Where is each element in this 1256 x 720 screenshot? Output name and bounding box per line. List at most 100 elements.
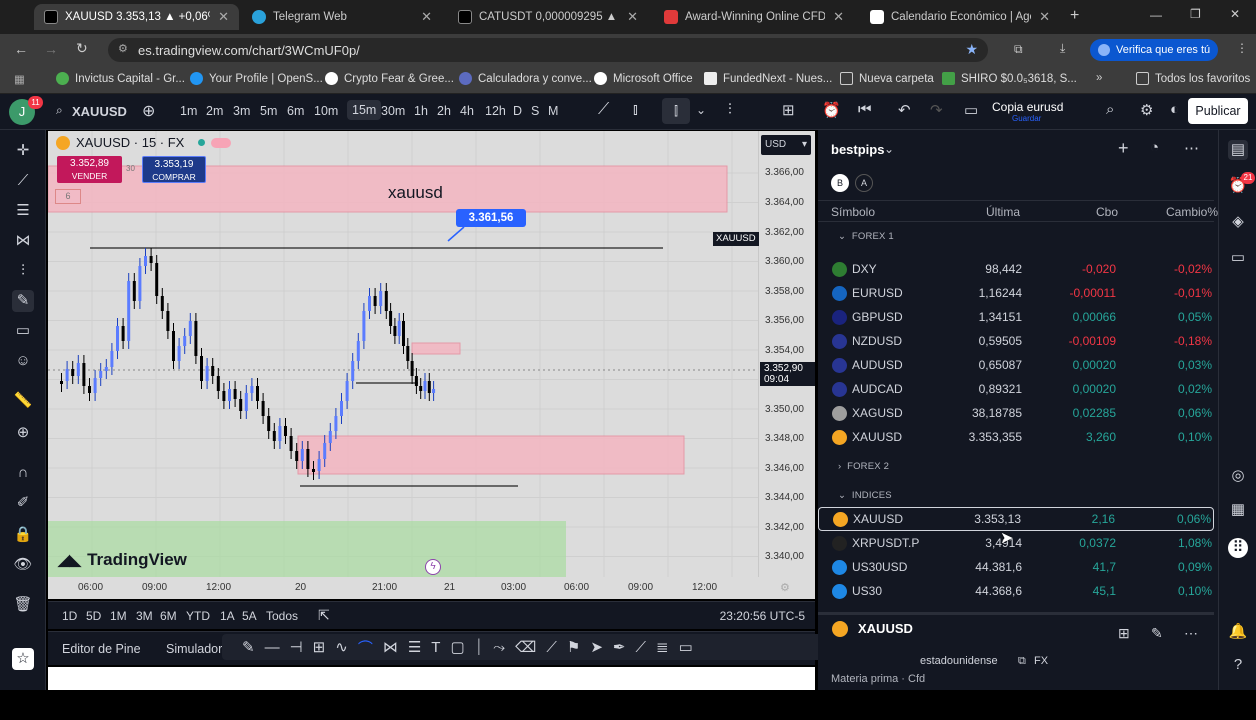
column-symbol[interactable]: Símbolo xyxy=(831,205,875,219)
maximize-icon[interactable]: ❐ xyxy=(1190,7,1201,21)
watchlist-row[interactable]: XRPUSDT.P 3,4914 0,0372 1,08% xyxy=(818,531,1214,555)
timeframe-10m[interactable]: 10m xyxy=(314,104,338,118)
column-last[interactable]: Última xyxy=(986,205,1020,219)
brush-icon[interactable]: ✎ xyxy=(12,290,34,312)
compare-add-icon[interactable]: ⊕ xyxy=(142,101,155,121)
quick-search-icon[interactable]: ⌕ xyxy=(1106,101,1114,118)
browser-tab-catusdt[interactable]: CATUSDT 0,000009295 ▲ +1,0 ✕ xyxy=(448,4,648,30)
watchlist-row[interactable]: NZDUSD 0,59505 -0,00109 -0,18% xyxy=(818,329,1214,353)
group-forex2[interactable]: › FOREX 2 xyxy=(838,461,889,472)
forward-icon[interactable]: → xyxy=(44,41,58,57)
minimize-icon[interactable]: — xyxy=(1150,8,1162,22)
ray-icon[interactable]: ⟋ xyxy=(546,639,557,656)
price-axis[interactable]: USD ▾ 3.366,00 3.364,00 3.362,00 3.360,00 3.3… xyxy=(758,131,815,599)
chat-icon[interactable]: ▭ xyxy=(1228,248,1248,268)
date-range-icon[interactable]: ⇱ xyxy=(318,607,330,624)
lock-icon[interactable]: 🔒 xyxy=(12,524,34,546)
back-icon[interactable]: ← xyxy=(14,41,28,57)
watchlist-name[interactable]: bestpips xyxy=(831,142,884,157)
close-icon[interactable]: ✕ xyxy=(833,9,844,25)
bookmark-item[interactable]: FundedNext - Nues... xyxy=(704,72,832,85)
browser-tab-xauusd[interactable]: XAUUSD 3.353,13 ▲ +0,06% Co ✕ xyxy=(34,4,239,30)
site-info-icon[interactable]: ⚙ xyxy=(118,42,128,55)
bookmark-item[interactable]: Crypto Fear & Gree... xyxy=(325,72,454,85)
range-button-1m[interactable]: 1M xyxy=(110,609,127,623)
utc-clock[interactable]: 23:20:56 UTC-5 xyxy=(720,609,805,623)
watchlist-row[interactable]: XAGUSD 38,18785 0,02285 0,06% xyxy=(818,401,1214,425)
close-window-icon[interactable]: ✕ xyxy=(1230,7,1240,21)
eraser-icon[interactable]: ⌫ xyxy=(515,638,536,656)
timeframe-12h[interactable]: 12h xyxy=(485,104,506,118)
watchlist-row[interactable]: US30USD 44.381,6 41,7 0,09% xyxy=(818,555,1214,579)
advanced-view-icon[interactable]: ◔ xyxy=(1150,139,1159,156)
timeframe-6m[interactable]: 6m xyxy=(287,104,304,118)
timeframe-2m[interactable]: 2m xyxy=(206,104,223,118)
buy-button[interactable]: 3.353,19 COMPRAR xyxy=(142,156,206,183)
watchlist-row[interactable]: DXY 98,442 -0,020 -0,02% xyxy=(818,257,1214,281)
edit-icon[interactable]: ✎ xyxy=(1151,625,1163,642)
range-button-5d[interactable]: 5D xyxy=(86,609,101,623)
layouts-icon[interactable]: ⊞ xyxy=(782,101,795,119)
rectangle-icon[interactable]: ▢ xyxy=(450,638,464,656)
new-tab-button[interactable]: + xyxy=(1070,7,1079,25)
replay-icon[interactable]: ⏮ xyxy=(858,101,872,118)
pattern-icon[interactable]: ⋈ xyxy=(12,230,34,252)
bookmark-item[interactable]: Microsoft Office xyxy=(594,72,693,85)
chart-pane[interactable]: XAUUSD · 15 · FX 3.352,89 VENDER 30 3.35… xyxy=(48,131,758,599)
arrow-icon[interactable]: ➤ xyxy=(590,638,603,656)
range-button-1a[interactable]: 1A xyxy=(220,609,235,623)
redo-icon[interactable]: ↷ xyxy=(930,101,943,119)
download-icon[interactable]: ⤓ xyxy=(1060,41,1065,56)
lock-drawing-icon[interactable]: ✐ xyxy=(12,492,34,514)
close-icon[interactable]: ✕ xyxy=(218,9,229,25)
pattern-icon[interactable]: ⋈ xyxy=(383,638,398,656)
curve-icon[interactable]: ⌒ xyxy=(358,637,373,658)
url-input[interactable]: ⚙ es.tradingview.com/chart/3WCmUF0p/ ★ xyxy=(108,38,988,62)
note-icon[interactable]: ▭ xyxy=(679,638,693,656)
bookmark-item[interactable]: Calculadora y conve... xyxy=(459,72,592,85)
tab-pine-editor[interactable]: Editor de Pine xyxy=(62,642,141,656)
timeframe-1m[interactable]: 1m xyxy=(180,104,197,118)
range-button-todos[interactable]: Todos xyxy=(266,609,298,623)
more-options-icon[interactable]: ⋯ xyxy=(1184,139,1199,157)
column-change[interactable]: Cbo xyxy=(1096,205,1118,219)
close-icon[interactable]: ✕ xyxy=(1039,9,1050,25)
lines-icon[interactable]: ≣ xyxy=(656,638,669,656)
reload-icon[interactable]: ↻ xyxy=(76,40,88,57)
text-note-icon[interactable]: ▭ xyxy=(12,320,34,342)
bookmark-star-icon[interactable]: ★ xyxy=(965,41,978,58)
snapshot-icon[interactable]: ◐ xyxy=(1170,101,1179,118)
more-bookmarks-icon[interactable]: » xyxy=(1096,72,1102,84)
candles-icon[interactable]: ⫿ xyxy=(662,98,690,124)
horizontal-line-icon[interactable]: ⊣ xyxy=(290,638,303,656)
timeframe-D[interactable]: D xyxy=(513,104,522,118)
ruler-icon[interactable]: 📏 xyxy=(12,390,34,412)
favorites-star-icon[interactable]: ☆ xyxy=(12,648,34,670)
target-icon[interactable]: ◎ xyxy=(1228,466,1248,486)
browser-tab-calendar[interactable]: Calendario Económico | Agend ✕ xyxy=(860,4,1060,30)
grid-icon[interactable]: ⊞ xyxy=(1118,625,1130,642)
timeframe-30m[interactable]: 30m xyxy=(381,104,405,118)
range-button-6m[interactable]: 6M xyxy=(160,609,177,623)
emoji-icon[interactable]: ☺ xyxy=(12,350,34,372)
browser-tab-cfd[interactable]: Award-Winning Online CFD Br ✕ xyxy=(654,4,854,30)
price-alert-label[interactable]: 3.361,56 xyxy=(456,209,526,227)
time-axis[interactable]: 06:00 09:00 12:00 20 21:00 21 03:00 06:00 09:00 1… xyxy=(48,577,815,599)
text-icon[interactable]: T xyxy=(431,639,440,656)
watchlist-row[interactable]: EURUSD 1,16244 -0,00011 -0,01% xyxy=(818,281,1214,305)
watchlist-row[interactable]: GBPUSD 1,34151 0,00066 0,05% xyxy=(818,305,1214,329)
fib-icon[interactable]: ☰ xyxy=(408,638,421,656)
bar-style-icon[interactable]: ⟋ xyxy=(598,101,609,119)
all-bookmarks-folder[interactable]: Todos los favoritos xyxy=(1136,72,1250,85)
chevron-down-icon[interactable]: ⌄ xyxy=(884,142,894,156)
tab-simulator[interactable]: Simulador xyxy=(166,642,222,656)
menu-dots-icon[interactable]: ⋮ xyxy=(1236,41,1248,55)
flag-icon[interactable]: ⚑ xyxy=(567,638,580,656)
external-link-icon[interactable]: ⧉ xyxy=(1018,655,1026,668)
publish-button[interactable]: Publicar xyxy=(1188,98,1248,124)
eye-icon[interactable]: 👁 xyxy=(12,554,34,576)
browser-tab-telegram[interactable]: Telegram Web ✕ xyxy=(242,4,442,30)
crosshair-icon[interactable]: ✛ xyxy=(12,140,34,162)
apps-icon[interactable]: ▦ xyxy=(14,72,25,86)
watchlist-row[interactable]: AUDCAD 0,89321 0,00020 0,02% xyxy=(818,377,1214,401)
